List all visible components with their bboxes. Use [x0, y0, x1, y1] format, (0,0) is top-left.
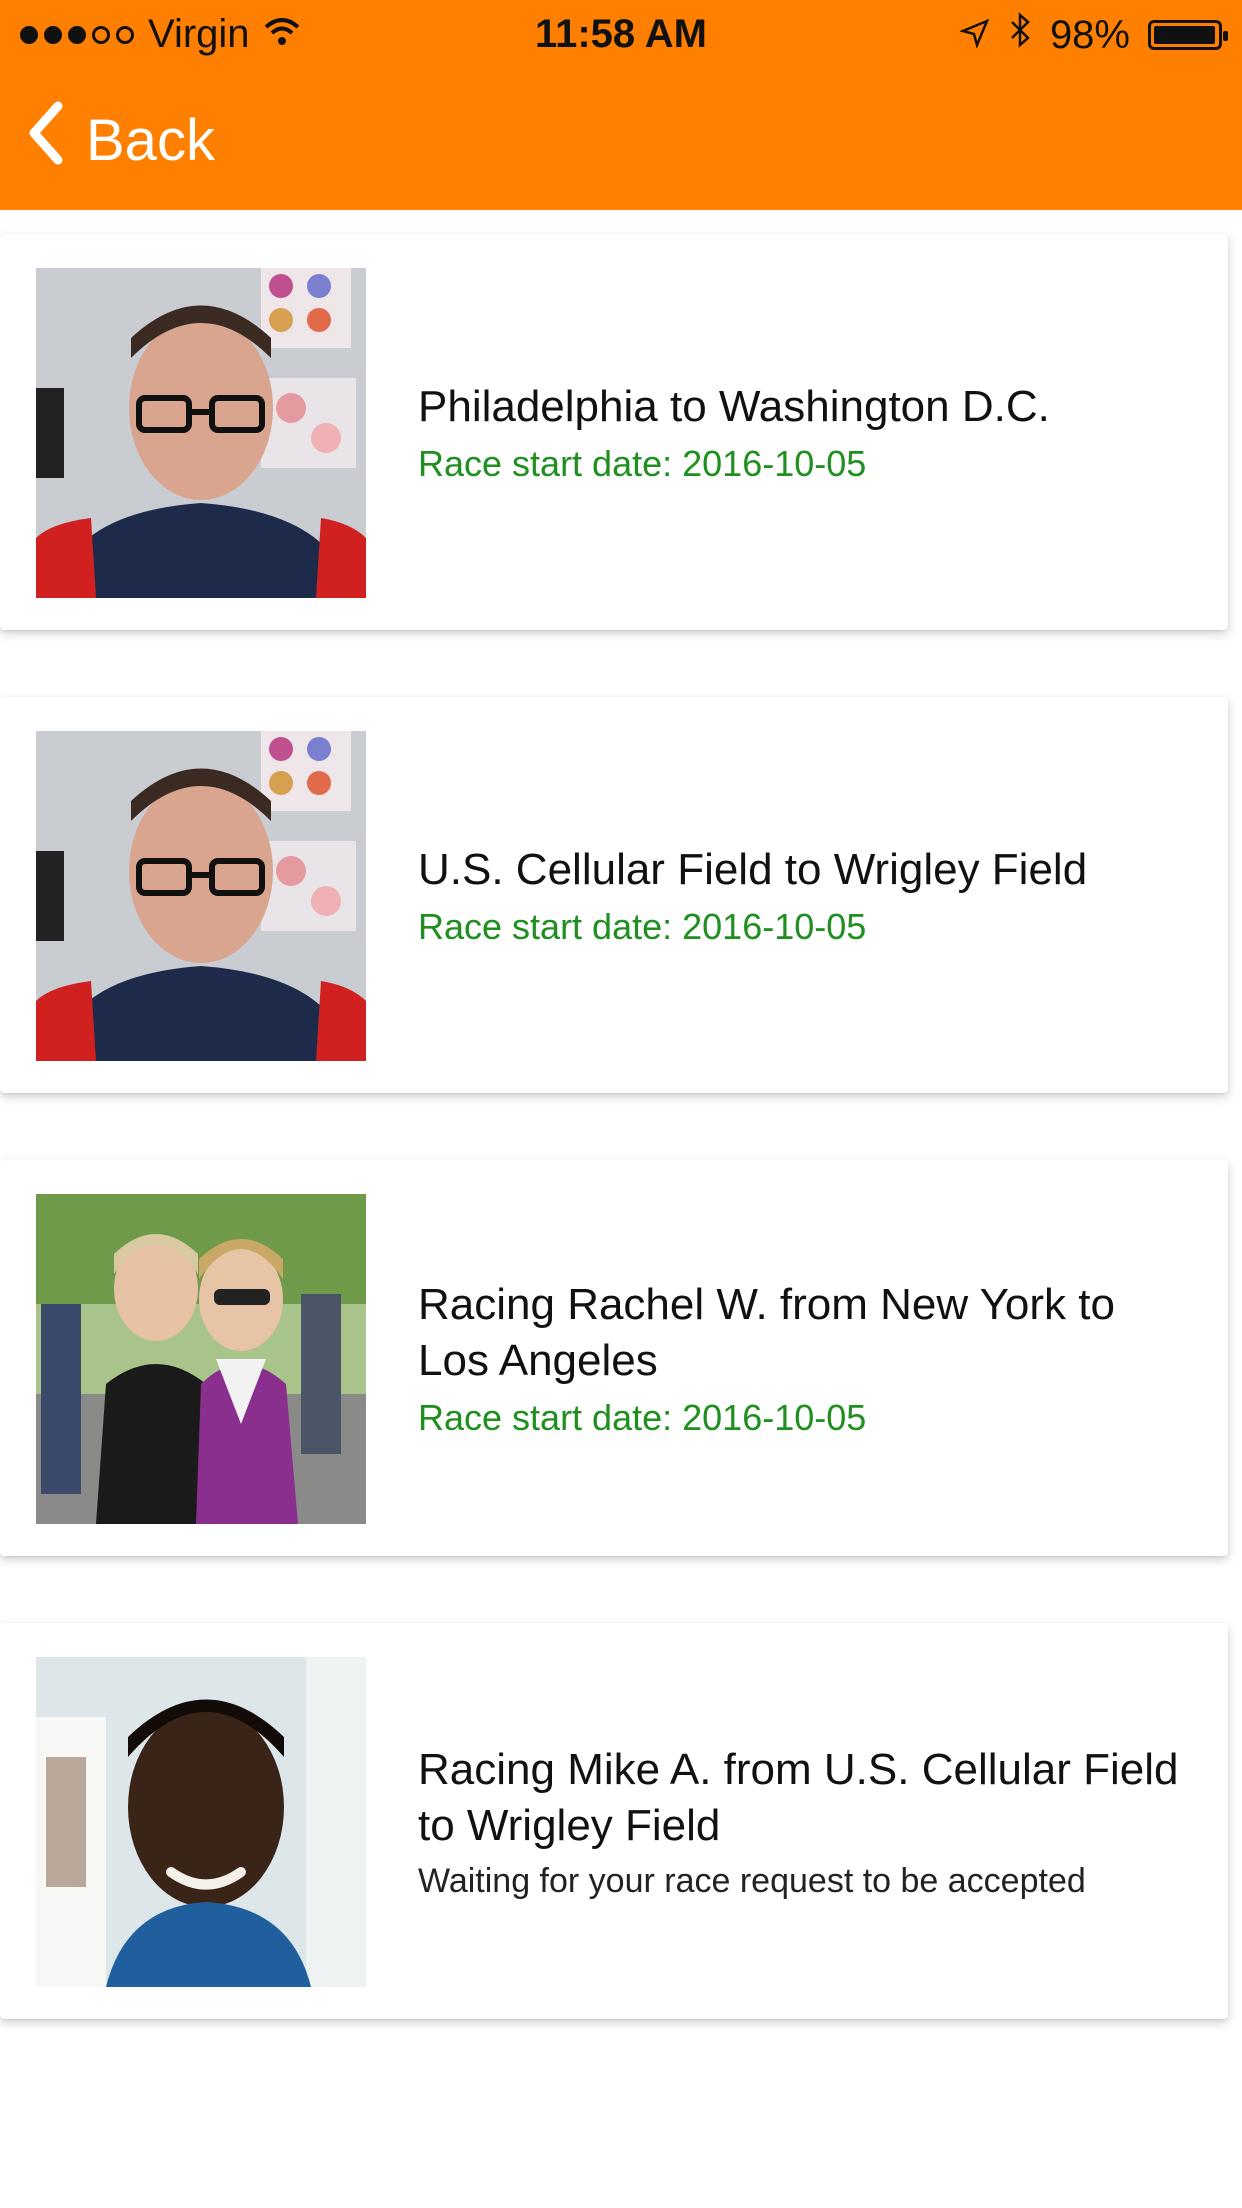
chevron-left-icon — [26, 100, 66, 180]
avatar — [36, 731, 366, 1061]
avatar — [36, 268, 366, 598]
header-bar: Virgin 11:58 AM 98% Back — [0, 0, 1242, 210]
race-start-date: Race start date: 2016-10-05 — [418, 906, 867, 947]
race-card[interactable]: Philadelphia to Washington D.C. Race sta… — [0, 234, 1228, 630]
race-title: Philadelphia to Washington D.C. — [418, 382, 1050, 431]
race-status: Waiting for your race request to be acce… — [418, 1861, 1086, 1900]
location-icon — [959, 13, 990, 58]
race-card[interactable]: Racing Mike A. from U.S. Cellular Field … — [0, 1623, 1228, 2019]
race-start-date: Race start date: 2016-10-05 — [418, 443, 867, 484]
race-card[interactable]: Racing Rachel W. from New York to Los An… — [0, 1160, 1228, 1556]
back-button[interactable]: Back — [26, 100, 215, 180]
status-bar: Virgin 11:58 AM 98% — [0, 0, 1242, 68]
race-title: Racing Mike A. from U.S. Cellular Field … — [418, 1744, 1179, 1850]
battery-percent: 98% — [1049, 12, 1130, 57]
avatar — [36, 1194, 366, 1524]
bluetooth-icon — [1008, 12, 1032, 58]
race-title: U.S. Cellular Field to Wrigley Field — [418, 845, 1088, 894]
race-start-date: Race start date: 2016-10-05 — [418, 1397, 867, 1438]
avatar — [36, 1657, 366, 1987]
race-title: Racing Rachel W. from New York to Los An… — [418, 1280, 1115, 1385]
back-label: Back — [86, 107, 215, 173]
race-card[interactable]: U.S. Cellular Field to Wrigley Field Rac… — [0, 697, 1228, 1093]
battery-icon — [1148, 20, 1228, 50]
